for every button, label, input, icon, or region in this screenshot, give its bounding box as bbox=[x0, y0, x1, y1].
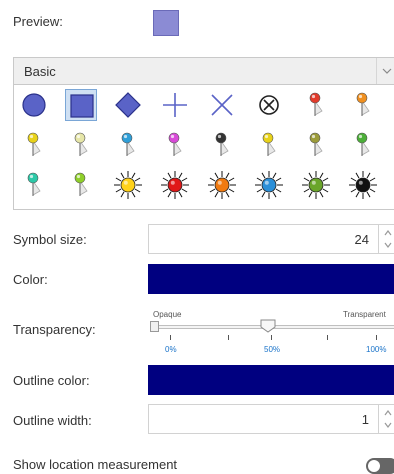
sun-blue-icon[interactable] bbox=[253, 169, 285, 201]
sun-black-icon[interactable] bbox=[347, 169, 379, 201]
slider-tick bbox=[271, 335, 272, 340]
outline-width-input[interactable]: 1 bbox=[148, 404, 394, 434]
symbol-grid bbox=[13, 85, 394, 210]
pin-magenta-icon[interactable] bbox=[159, 129, 191, 161]
x-icon[interactable] bbox=[206, 89, 238, 121]
sun-yellow-icon[interactable] bbox=[112, 169, 144, 201]
symbol-size-input[interactable]: 24 bbox=[148, 224, 394, 254]
slider-tick bbox=[327, 335, 328, 340]
sun-orange-icon[interactable] bbox=[206, 169, 238, 201]
color-picker[interactable] bbox=[148, 264, 394, 294]
slider-tick bbox=[170, 335, 171, 340]
symbol-size-value: 24 bbox=[354, 232, 369, 247]
symbol-category-value: Basic bbox=[24, 64, 56, 79]
outline-width-label: Outline width: bbox=[13, 413, 92, 428]
pin-yellow-icon[interactable] bbox=[253, 129, 285, 161]
sun-green-icon[interactable] bbox=[300, 169, 332, 201]
circled-x-icon[interactable] bbox=[253, 89, 285, 121]
pin-teal-icon[interactable] bbox=[18, 169, 50, 201]
pin-black-icon[interactable] bbox=[206, 129, 238, 161]
slider-tick bbox=[376, 335, 377, 340]
sun-red-icon[interactable] bbox=[159, 169, 191, 201]
pin-olive-icon[interactable] bbox=[300, 129, 332, 161]
outline-width-value: 1 bbox=[361, 412, 369, 427]
preview-label: Preview: bbox=[13, 14, 63, 29]
pin-red-icon[interactable] bbox=[300, 89, 332, 121]
outline-color-label: Outline color: bbox=[13, 373, 90, 388]
slider-tick bbox=[228, 335, 229, 340]
pin-yellow-icon[interactable] bbox=[18, 129, 50, 161]
opaque-label: Opaque bbox=[153, 310, 182, 319]
transparent-label: Transparent bbox=[343, 310, 386, 319]
transparency-slider-thumb[interactable] bbox=[260, 319, 276, 338]
pin-green-icon[interactable] bbox=[347, 129, 379, 161]
tick-label-50: 50% bbox=[264, 345, 281, 354]
outline-color-picker[interactable] bbox=[148, 365, 394, 395]
color-label: Color: bbox=[13, 272, 48, 287]
chevron-down-icon[interactable] bbox=[376, 58, 394, 84]
location-measurement-toggle[interactable] bbox=[366, 458, 394, 474]
transparency-label: Transparency: bbox=[13, 322, 96, 337]
diamond-icon[interactable] bbox=[112, 89, 144, 121]
preview-swatch bbox=[153, 10, 179, 36]
symbol-size-label: Symbol size: bbox=[13, 232, 87, 247]
pin-lime-icon[interactable] bbox=[65, 169, 97, 201]
outline-width-spinner[interactable] bbox=[378, 405, 394, 433]
symbol-category-dropdown[interactable]: Basic bbox=[13, 57, 394, 85]
symbol-size-spinner[interactable] bbox=[378, 225, 394, 253]
cross-icon[interactable] bbox=[159, 89, 191, 121]
location-measurement-label: Show location measurement bbox=[13, 457, 178, 472]
pin-cream-icon[interactable] bbox=[65, 129, 97, 161]
square-icon[interactable] bbox=[65, 89, 97, 121]
slider-decrement-button[interactable] bbox=[150, 321, 159, 332]
tick-label-0: 0% bbox=[165, 345, 177, 354]
circle-icon[interactable] bbox=[18, 89, 50, 121]
pin-orange-icon[interactable] bbox=[347, 89, 379, 121]
pin-blue-icon[interactable] bbox=[112, 129, 144, 161]
toggle-knob bbox=[368, 460, 380, 472]
tick-label-100: 100% bbox=[366, 345, 387, 354]
